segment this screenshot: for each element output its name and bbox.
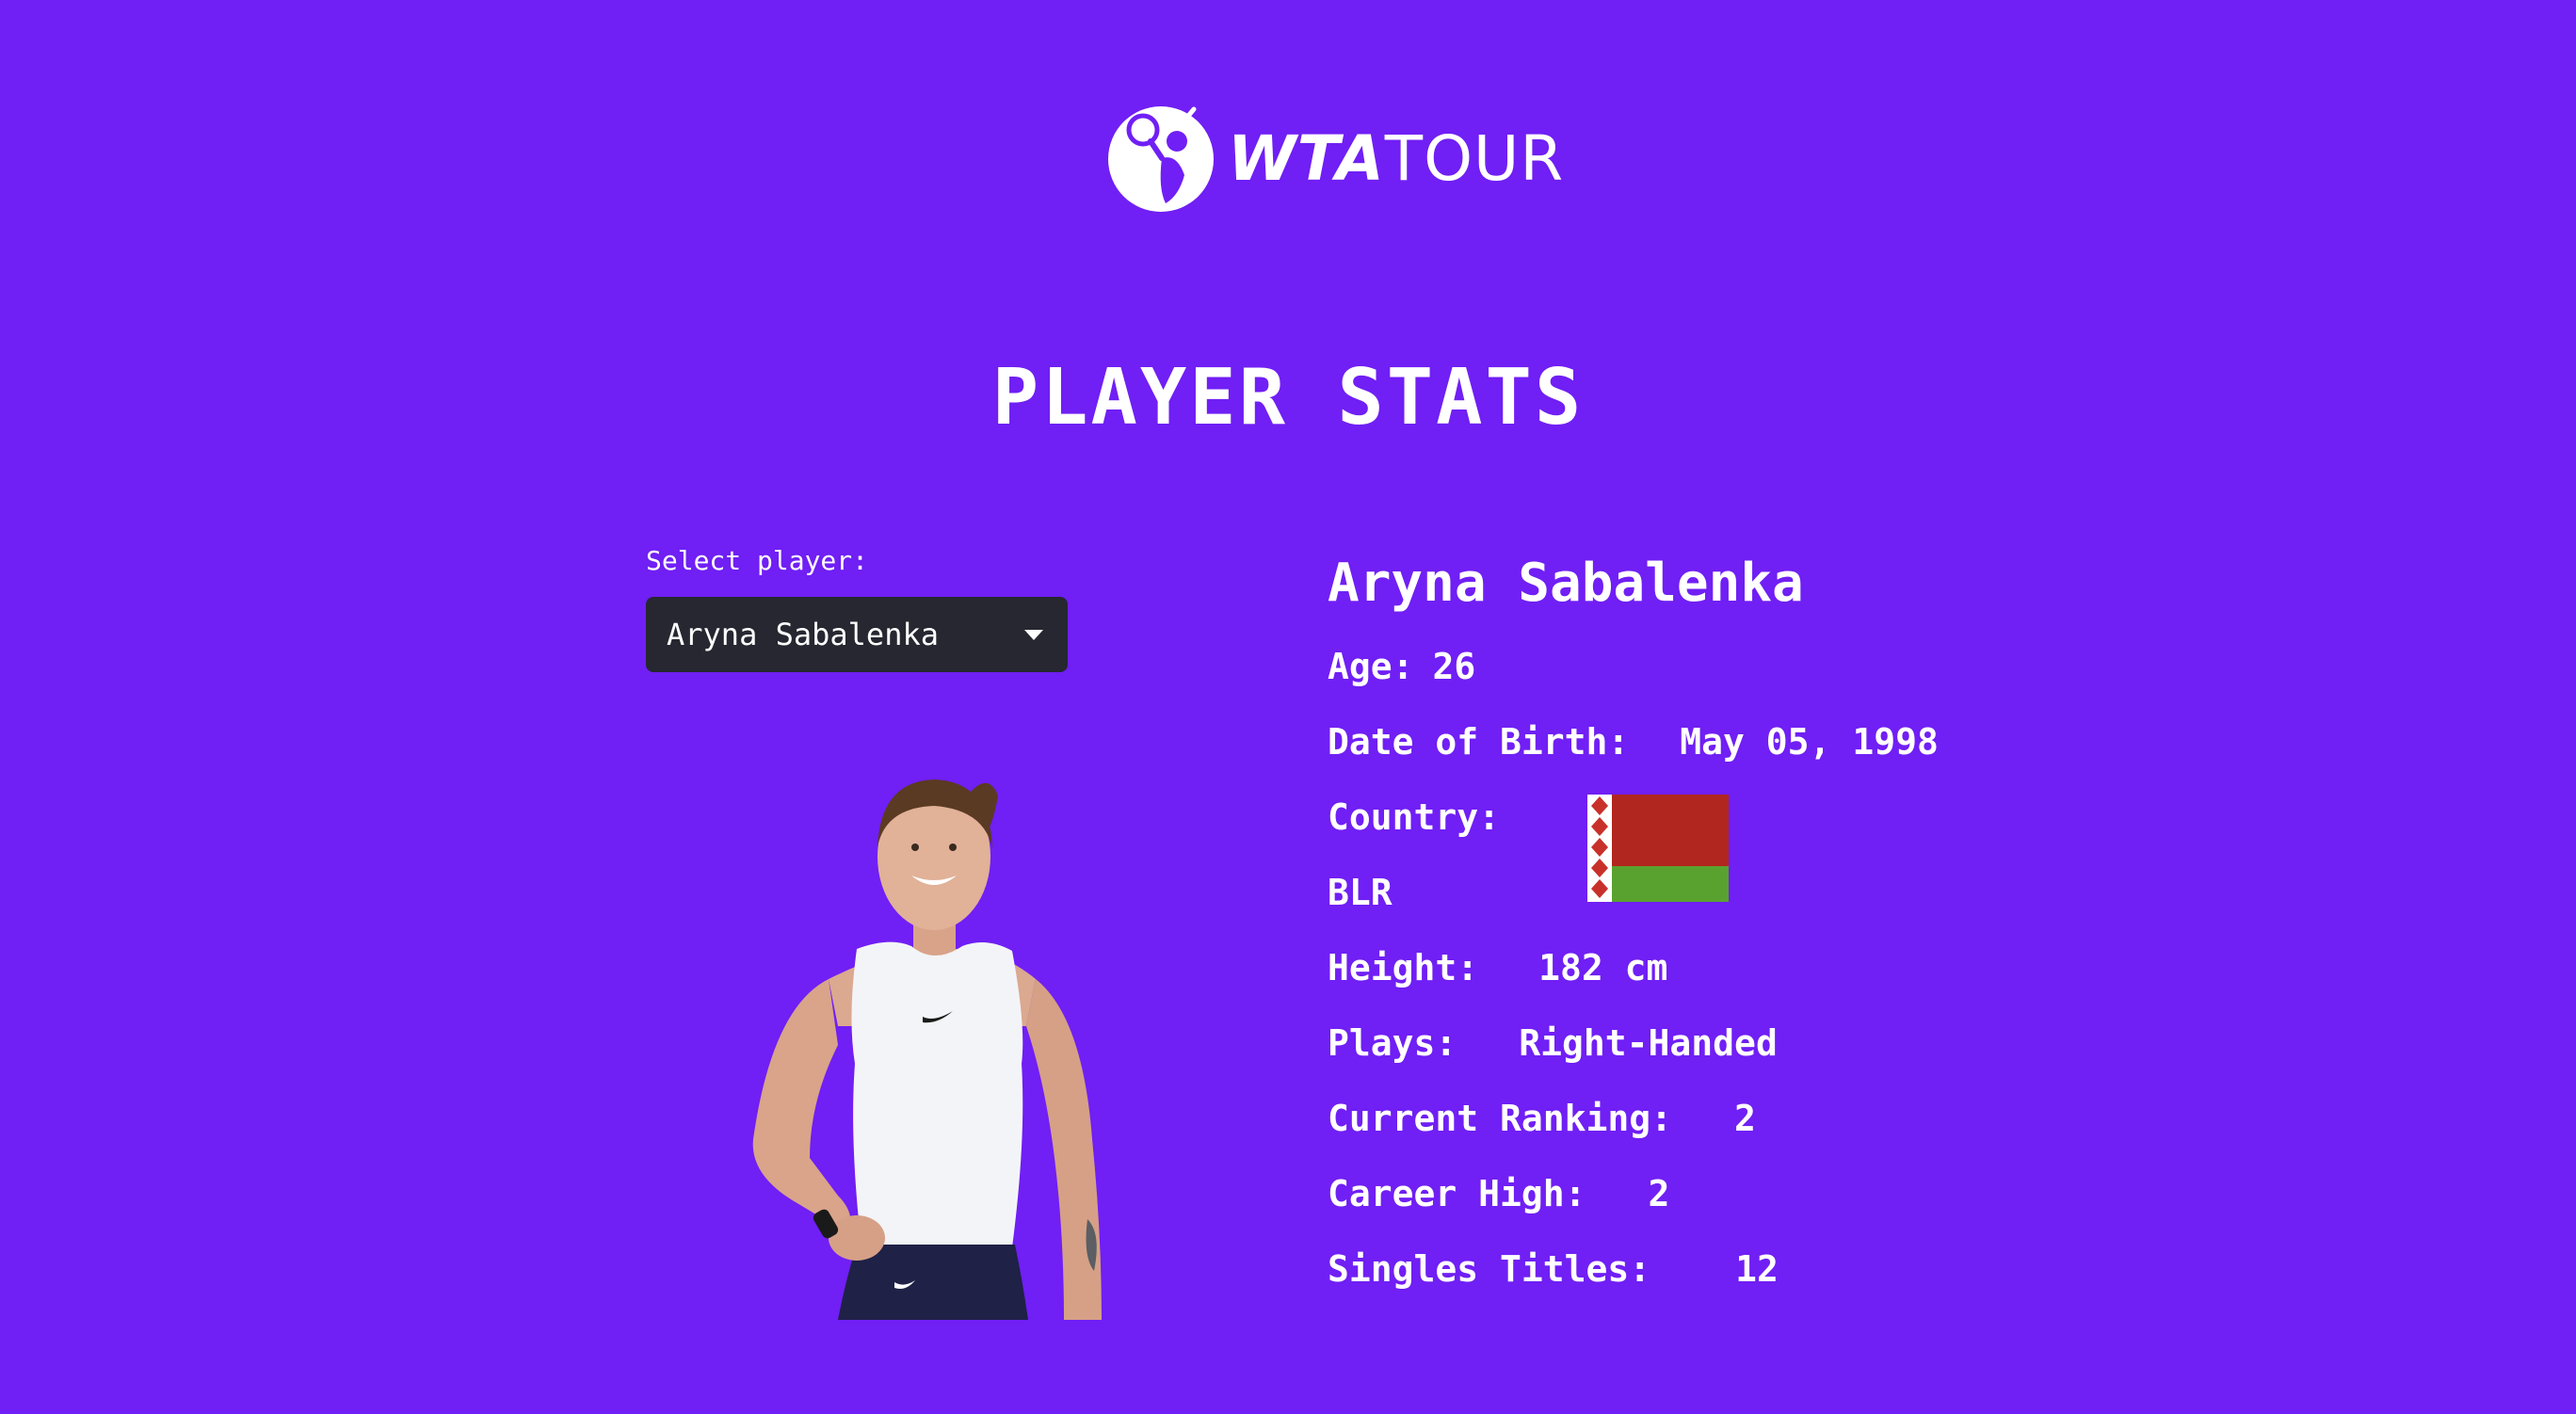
career-high-value: 2 [1648,1173,1670,1214]
player-name: Aryna Sabalenka [1328,553,1804,614]
logo-sub-text: TOUR [1384,122,1565,195]
ranking-row: Current Ranking: 2 [1328,1094,1756,1143]
titles-value: 12 [1735,1248,1779,1290]
height-label: Height: [1328,947,1479,988]
wta-player-logo-icon [1108,106,1214,212]
age-value: 26 [1432,646,1476,687]
age-label: Age: [1328,646,1414,687]
ranking-label: Current Ranking: [1328,1098,1673,1139]
chevron-down-icon [1024,629,1043,640]
plays-row: Plays: Right-Handed [1328,1019,1778,1068]
dob-row: Date of Birth: May 05, 1998 [1328,717,1939,766]
age-row: Age: 26 [1328,642,1475,691]
career-high-row: Career High: 2 [1328,1169,1669,1218]
wta-tour-logo: WTATOUR [1103,102,1563,217]
country-label: Country: [1328,796,1501,838]
dob-value: May 05, 1998 [1680,721,1939,763]
height-row: Height: 182 cm [1328,943,1667,992]
belarus-flag-icon [1587,795,1729,902]
player-photo [752,779,1102,1320]
player-select-value: Aryna Sabalenka [667,617,939,652]
page-title: PLAYER STATS [991,353,1585,442]
logo-brand-text: WTA [1228,122,1385,195]
career-high-label: Career High: [1328,1173,1586,1214]
player-select-dropdown[interactable]: Aryna Sabalenka [646,597,1068,672]
plays-label: Plays: [1328,1022,1457,1064]
dob-label: Date of Birth: [1328,721,1630,763]
titles-label: Singles Titles: [1328,1248,1651,1290]
plays-value: Right-Handed [1519,1022,1778,1064]
select-player-label: Select player: [646,545,869,576]
country-code: BLR [1328,872,1393,913]
height-value: 182 cm [1538,947,1668,988]
ranking-value: 2 [1734,1098,1756,1139]
titles-row: Singles Titles: 12 [1328,1245,1779,1293]
